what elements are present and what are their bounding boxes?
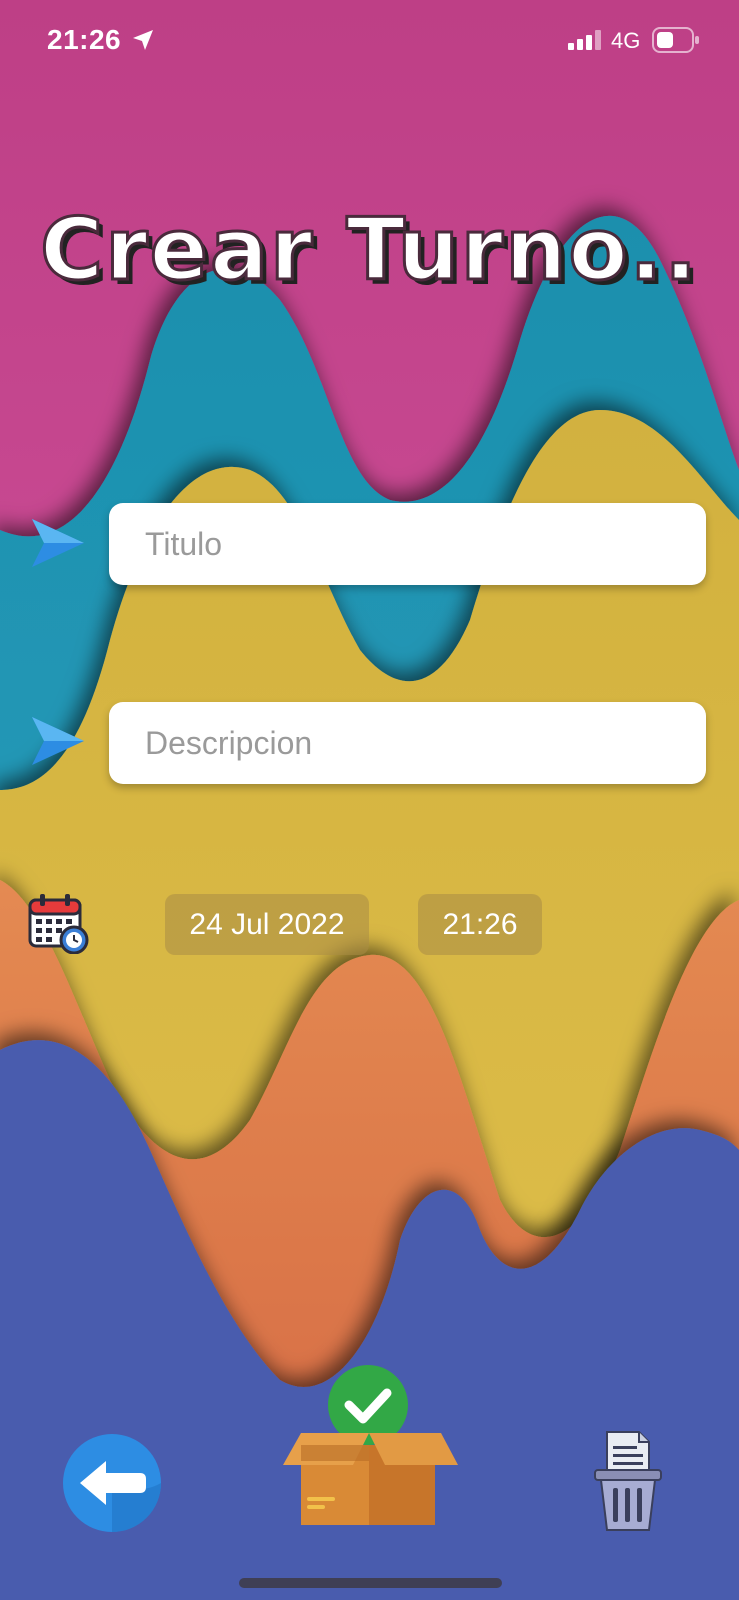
back-arrow-icon[interactable] [62, 1433, 162, 1533]
date-selector[interactable]: 24 Jul 2022 [165, 894, 369, 955]
status-time: 21:26 [47, 24, 122, 55]
signal-bars-icon [568, 30, 601, 50]
time-selector[interactable]: 21:26 [418, 894, 542, 955]
description-field[interactable] [109, 702, 706, 784]
title-field[interactable] [109, 503, 706, 585]
arrow-icon [32, 717, 84, 765]
description-input[interactable] [109, 702, 706, 784]
title-input[interactable] [109, 503, 706, 585]
save-box-check-icon[interactable] [283, 1365, 458, 1530]
trash-icon[interactable] [593, 1430, 663, 1532]
battery-icon [652, 27, 699, 53]
home-indicator[interactable] [239, 1578, 502, 1588]
calendar-clock-icon [28, 894, 89, 954]
network-type: 4G [611, 28, 641, 53]
page-title: Crear Turno.. [39, 199, 699, 302]
status-bar: 21:26 4G [0, 0, 739, 80]
create-appointment-screen: 21:26 4G Crear Turno.. Titulo Descripcio… [0, 0, 739, 1600]
location-arrow-icon [133, 30, 153, 50]
arrow-icon [32, 519, 84, 567]
